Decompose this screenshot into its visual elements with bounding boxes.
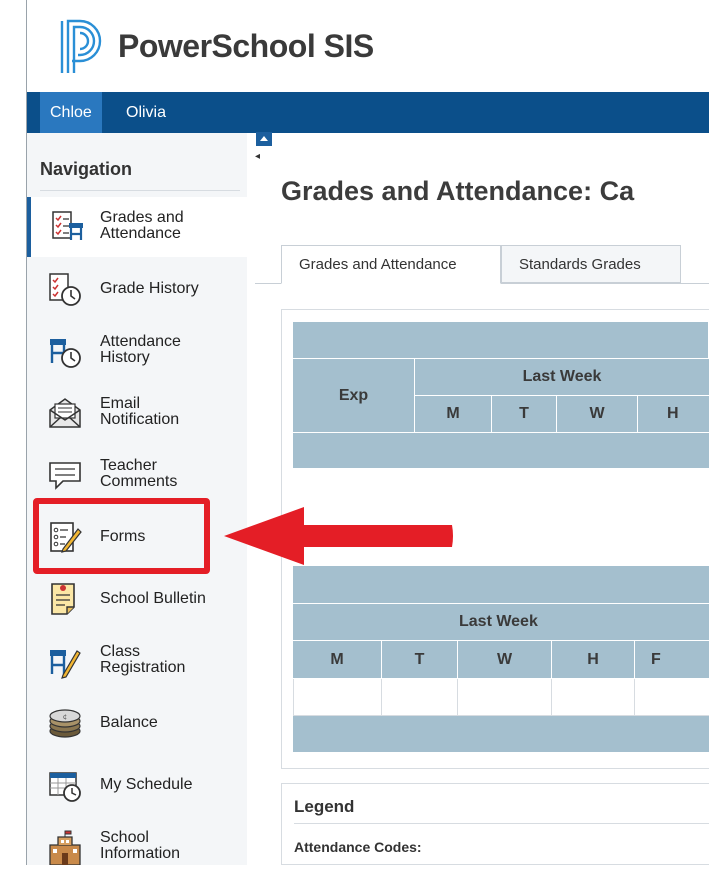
tab-standards-grades[interactable]: Standards Grades — [501, 245, 681, 283]
red-arrow-icon — [224, 507, 453, 565]
table-footer-band — [293, 716, 709, 753]
sidebar-item-school-bulletin[interactable]: School Bulletin — [27, 569, 247, 629]
sidebar-item-teacher-comments[interactable]: Teacher Comments — [27, 445, 247, 505]
table-header-day: T — [382, 641, 458, 679]
table-header-day: F — [635, 641, 709, 679]
attendance-codes-label: Attendance Codes: — [294, 839, 422, 855]
teacher-comments-icon — [49, 462, 81, 490]
email-notification-icon — [49, 398, 81, 428]
table-header-last-week: Last Week — [293, 604, 709, 641]
sidebar-item-email-notification[interactable]: Email Notification — [27, 383, 247, 443]
table-header-exp: Exp — [293, 359, 415, 433]
app-title: PowerSchool SIS — [118, 28, 374, 64]
sidebar-item-label: School Bulletin — [100, 590, 206, 607]
grades-attendance-icon — [52, 211, 83, 240]
table-cell — [382, 679, 458, 716]
sidebar-item-my-schedule[interactable]: My Schedule — [27, 755, 247, 815]
svg-text:¢: ¢ — [63, 713, 67, 721]
table-header-day: H — [552, 641, 635, 679]
sidebar-item-label: Grades and Attendance — [100, 209, 184, 242]
table-cell — [552, 679, 635, 716]
sidebar-item-label: School Information — [100, 829, 181, 862]
sidebar-item-label: Email Notification — [100, 395, 180, 428]
school-bulletin-icon — [51, 583, 75, 615]
sidebar-item-label: Teacher Comments — [100, 457, 178, 490]
table-header-last-week: Last Week — [415, 359, 709, 396]
powerschool-logo-icon — [60, 19, 102, 73]
sidebar-item-label: Attendance History — [100, 333, 181, 366]
sidebar-item-label: Grade History — [100, 280, 199, 297]
sidebar-item-label: My Schedule — [100, 776, 193, 793]
table-header-band — [293, 322, 709, 359]
sidebar-item-label: Class Registration — [100, 643, 186, 676]
nav-divider — [40, 190, 240, 191]
page-title: Grades and Attendance: Ca — [281, 176, 635, 206]
sidebar-item-balance[interactable]: ¢ Balance — [27, 693, 247, 753]
table-header-day: H — [638, 396, 709, 433]
table-header-day: M — [415, 396, 492, 433]
my-schedule-icon — [49, 772, 81, 802]
table-cell — [293, 679, 382, 716]
table-cell — [635, 679, 709, 716]
table-header-day: T — [492, 396, 557, 433]
legend-box: Legend Attendance Codes: — [281, 783, 709, 865]
legend-title: Legend — [294, 797, 355, 816]
table-footer-band — [293, 433, 709, 469]
collapse-left-icon[interactable]: ◂ — [255, 151, 260, 162]
student-tab-olivia[interactable]: Olivia — [116, 92, 176, 133]
table-header-day: M — [293, 641, 382, 679]
table-cell — [458, 679, 552, 716]
class-registration-icon — [50, 650, 81, 679]
attendance-history-icon — [50, 339, 81, 368]
grade-history-icon — [49, 273, 81, 306]
forms-highlight-box — [33, 498, 210, 574]
student-selector-bar: Chloe Olivia — [27, 92, 709, 133]
sidebar-item-attendance-history[interactable]: Attendance History — [27, 321, 247, 381]
table-header-day: W — [557, 396, 638, 433]
sidebar-item-school-information[interactable]: School Information — [27, 817, 247, 877]
table-header-day: W — [458, 641, 552, 679]
collapse-sidebar-button[interactable] — [256, 132, 272, 146]
sidebar-item-grade-history[interactable]: Grade History — [27, 259, 247, 319]
school-information-icon — [49, 830, 81, 865]
sidebar-item-label: Balance — [100, 714, 158, 731]
table-header-band — [293, 566, 709, 604]
student-tab-chloe[interactable]: Chloe — [40, 92, 102, 133]
balance-icon: ¢ — [49, 709, 81, 738]
sidebar-item-grades-attendance[interactable]: Grades and Attendance — [27, 197, 247, 257]
tab-grades-and-attendance[interactable]: Grades and Attendance — [281, 245, 501, 284]
navigation-title: Navigation — [40, 159, 133, 179]
sidebar-item-class-registration[interactable]: Class Registration — [27, 631, 247, 691]
legend-divider — [294, 823, 709, 824]
